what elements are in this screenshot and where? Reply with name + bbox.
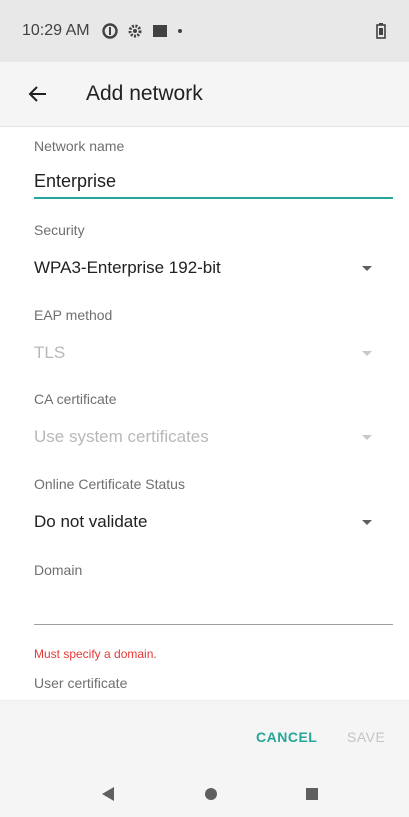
eap-method-dropdown[interactable]: TLS [0, 334, 409, 374]
battery-icon [376, 23, 386, 39]
back-button[interactable] [18, 74, 58, 114]
ca-certificate-dropdown[interactable]: Use system certificates [0, 418, 409, 458]
ocsp-value: Do not validate [34, 512, 148, 531]
arrow-back-icon [28, 86, 46, 102]
domain-label: Domain [34, 562, 83, 578]
home-circle-icon [205, 788, 217, 800]
domain-input[interactable] [34, 590, 393, 624]
data-saver-icon [101, 23, 118, 39]
back-triangle-icon [102, 787, 114, 801]
eap-method-value: TLS [34, 343, 66, 362]
chevron-down-icon [362, 520, 372, 525]
nav-back-button[interactable] [94, 780, 122, 808]
save-button[interactable]: SAVE [347, 729, 385, 745]
settings-gear-icon [127, 23, 143, 39]
page-title: Add network [86, 82, 203, 105]
notification-square-icon [152, 24, 168, 38]
security-dropdown[interactable]: WPA3-Enterprise 192-bit [0, 249, 409, 289]
chevron-down-icon [362, 351, 372, 356]
app-bar: Add network [0, 62, 409, 127]
security-value: WPA3-Enterprise 192-bit [34, 258, 221, 277]
ca-certificate-value: Use system certificates [34, 427, 209, 446]
ca-certificate-label: CA certificate [34, 391, 117, 407]
eap-method-label: EAP method [34, 307, 113, 323]
chevron-down-icon [362, 435, 372, 440]
ocsp-dropdown[interactable]: Do not validate [0, 503, 409, 543]
user-certificate-label: User certificate [34, 675, 128, 691]
domain-underline [34, 624, 393, 625]
dialog-actions: CANCEL SAVE [0, 700, 409, 770]
navigation-bar [0, 770, 409, 817]
dot-icon [177, 28, 183, 34]
nav-recents-button[interactable] [298, 780, 326, 808]
recents-square-icon [306, 788, 318, 800]
network-name-input[interactable]: Enterprise [34, 171, 116, 192]
security-label: Security [34, 222, 85, 238]
status-bar: 10:29 AM [0, 0, 409, 62]
nav-home-button[interactable] [197, 780, 225, 808]
status-time: 10:29 AM [22, 22, 90, 39]
cancel-button[interactable]: CANCEL [256, 729, 317, 745]
chevron-down-icon [362, 266, 372, 271]
network-name-underline [34, 197, 393, 199]
ocsp-label: Online Certificate Status [34, 476, 185, 492]
domain-error-message: Must specify a domain. [34, 647, 157, 661]
network-name-label: Network name [34, 138, 125, 154]
